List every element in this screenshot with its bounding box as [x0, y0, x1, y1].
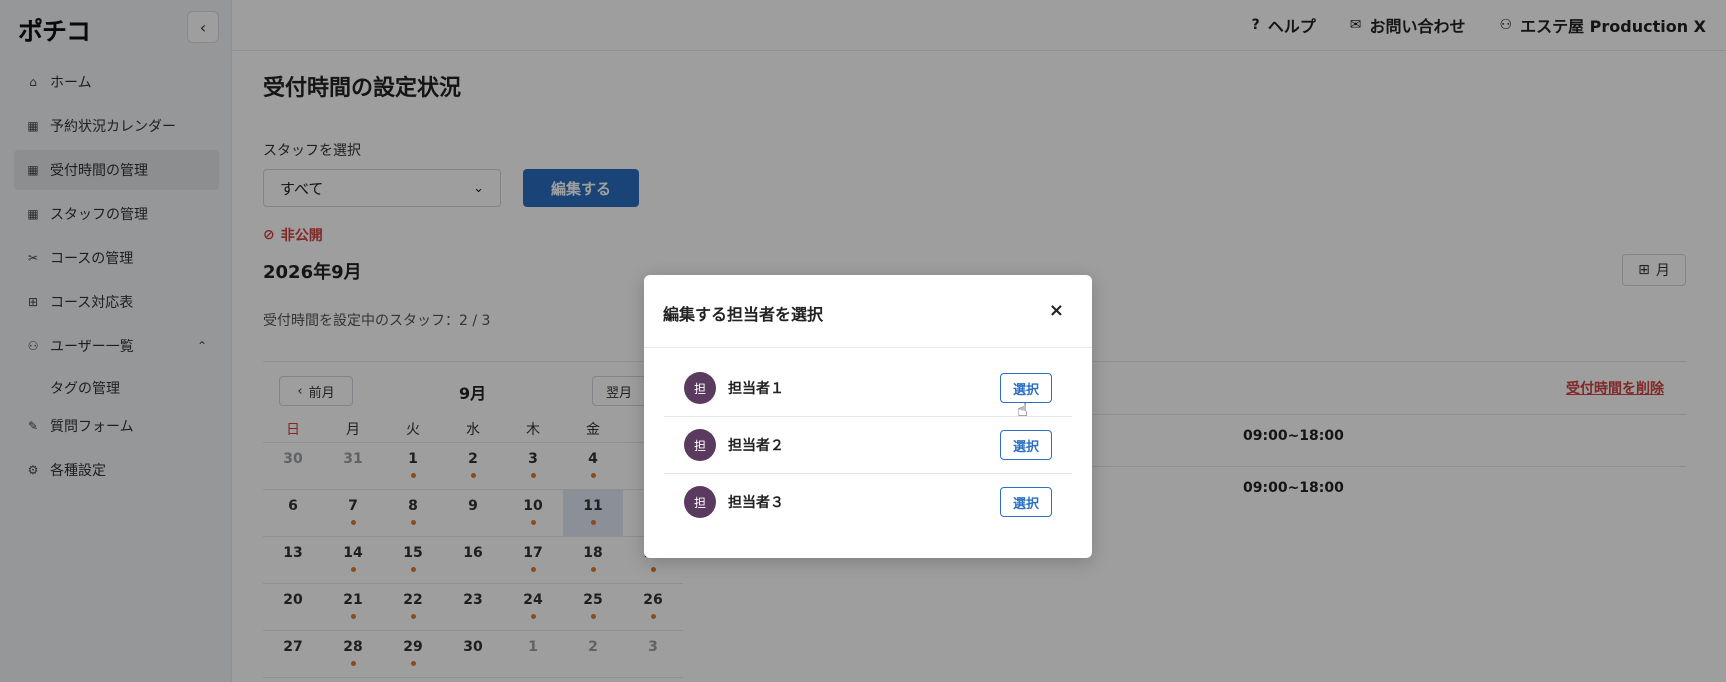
modal-divider: [644, 347, 1092, 348]
avatar: 担: [684, 429, 716, 461]
select-button[interactable]: 選択: [1000, 430, 1052, 460]
select-button[interactable]: 選択: [1000, 373, 1052, 403]
avatar: 担: [684, 486, 716, 518]
list-item: 担 担当者１ 選択: [664, 360, 1072, 417]
avatar: 担: [684, 372, 716, 404]
modal-title: 編集する担当者を選択: [663, 305, 824, 324]
candidate-list: 担 担当者１ 選択 担 担当者２ 選択 担 担当者３ 選択: [664, 360, 1072, 530]
candidate-name: 担当者２: [728, 438, 784, 454]
candidate-name: 担当者１: [728, 381, 784, 397]
candidate-name: 担当者３: [728, 495, 784, 511]
list-item: 担 担当者３ 選択: [664, 474, 1072, 530]
close-icon[interactable]: ×: [1049, 300, 1064, 321]
pointer-cursor-icon: ☝: [1017, 400, 1028, 421]
list-item: 担 担当者２ 選択: [664, 417, 1072, 474]
select-button[interactable]: 選択: [1000, 487, 1052, 517]
app: ポチコ ‹ ⌂ ホーム ▦ 予約状況カレンダー ▦ 受付時間の管理 ▦ スタッフの管理 …: [0, 0, 1726, 682]
